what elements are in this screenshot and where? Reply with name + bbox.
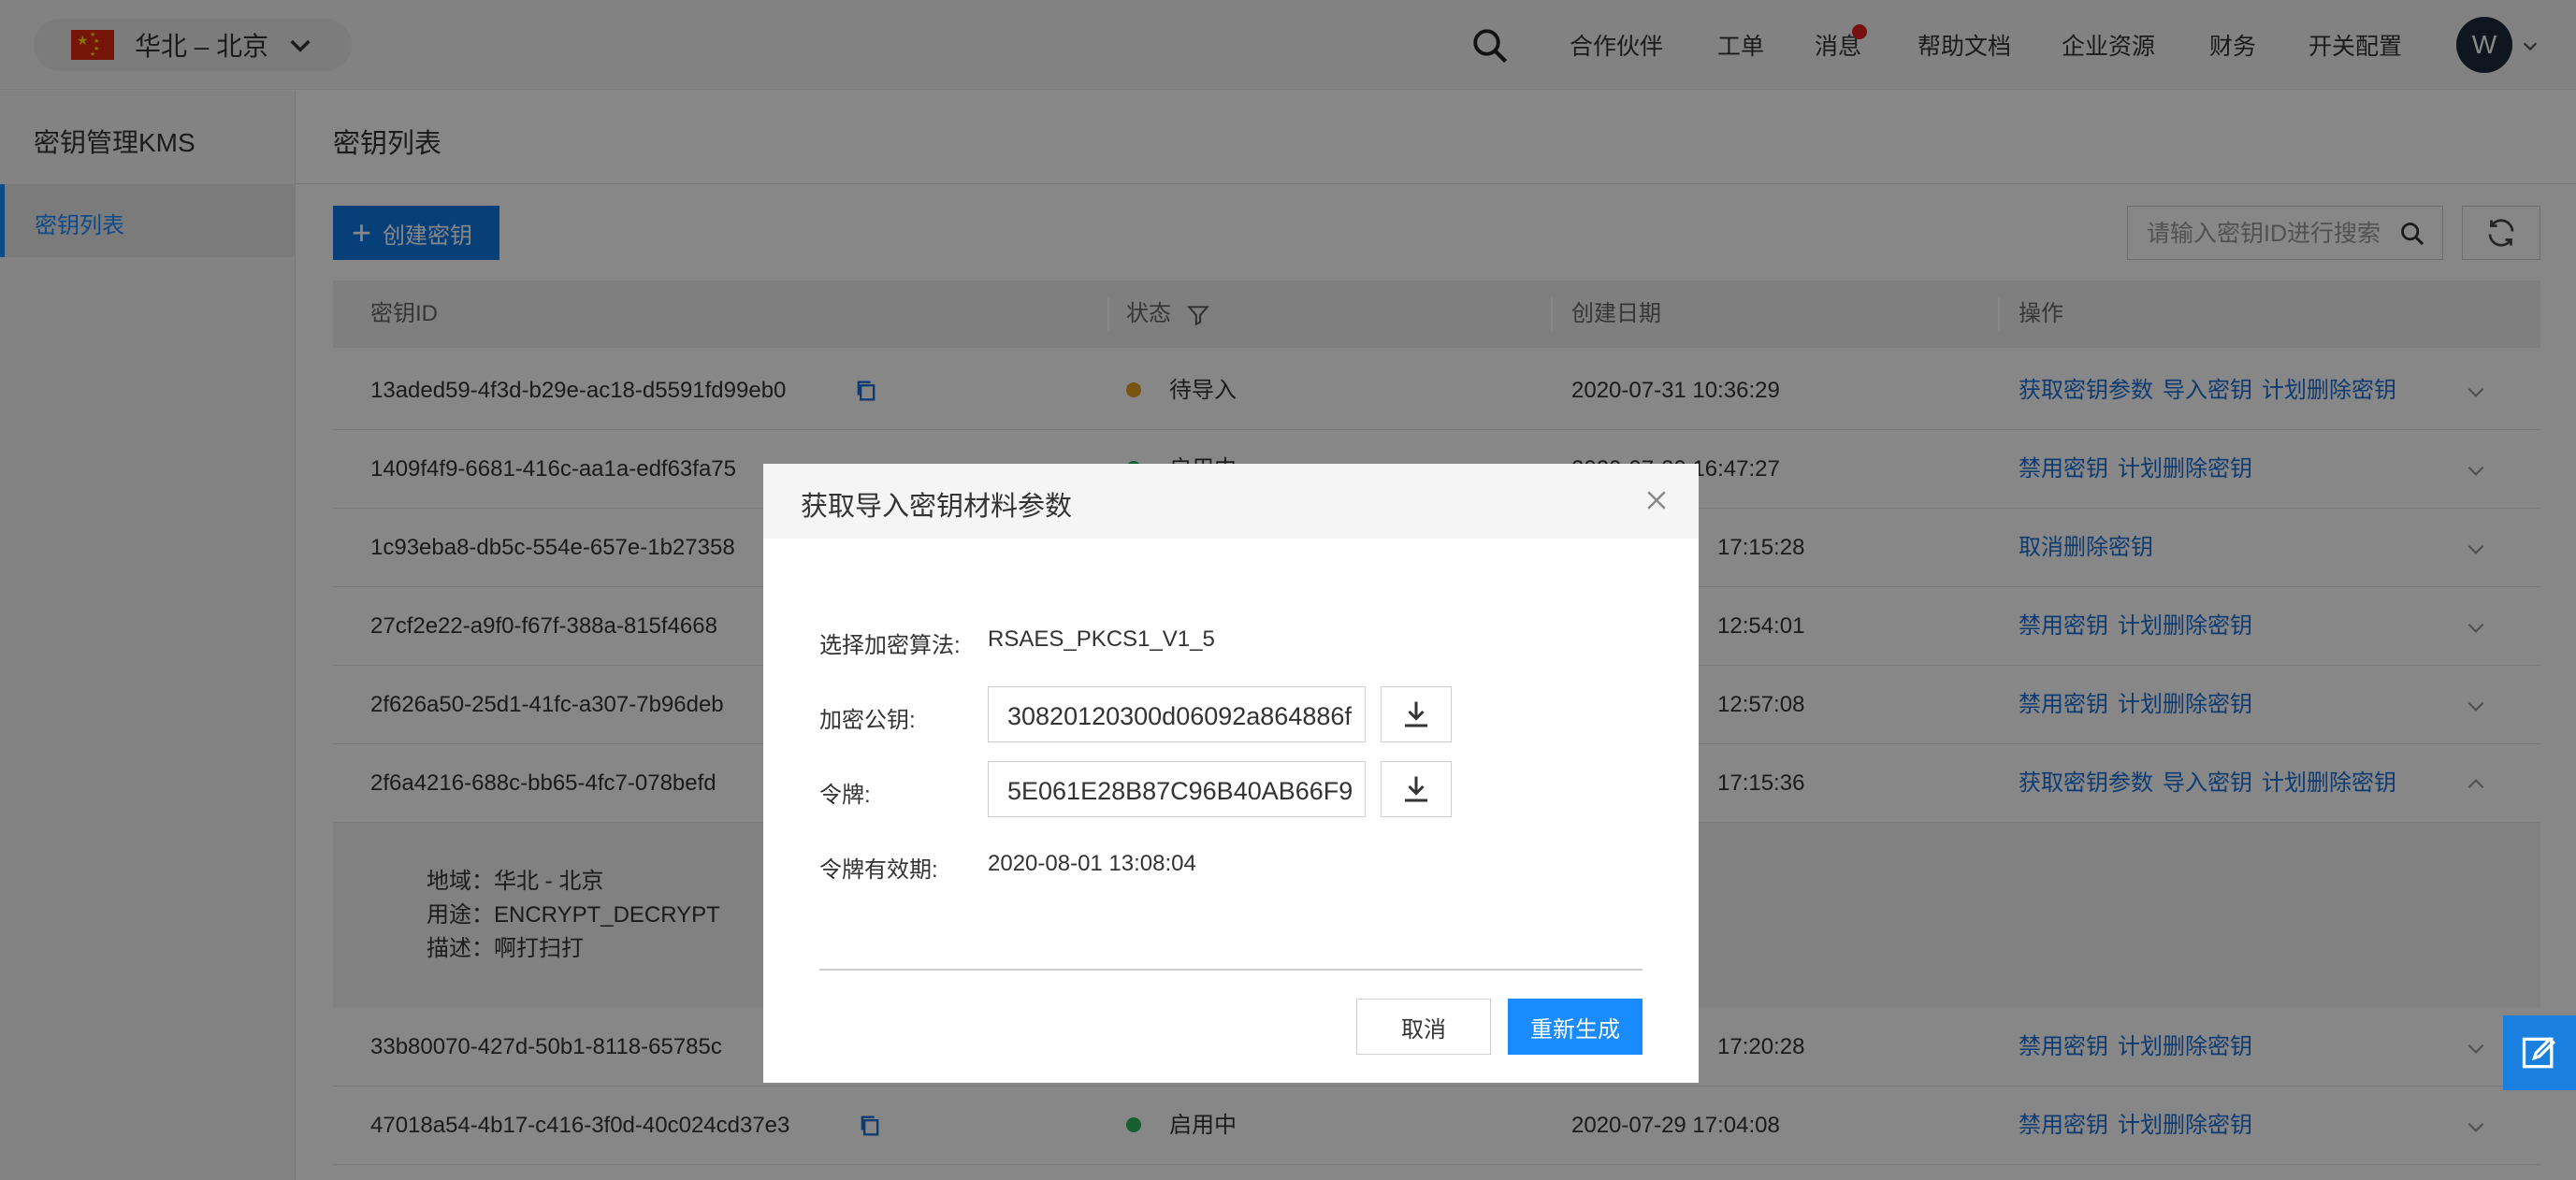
download-token-button[interactable] <box>1381 761 1452 817</box>
dialog-title: 获取导入密钥材料参数 <box>801 492 1073 522</box>
algorithm-label: 选择加密算法: <box>819 633 961 658</box>
public-key-label: 加密公钥: <box>819 708 916 733</box>
token-field[interactable]: 5E061E28B87C96B40AB66F9 <box>988 761 1366 817</box>
import-params-dialog: 获取导入密钥材料参数 选择加密算法: RSAES_PKCS1_V1_5 加密公钥… <box>763 464 1699 1083</box>
download-icon <box>1405 776 1427 802</box>
download-public-key-button[interactable] <box>1381 686 1452 742</box>
expiry-label: 令牌有效期: <box>819 857 938 883</box>
expiry-value: 2020-08-01 13:08:04 <box>988 851 1196 876</box>
dialog-divider <box>819 969 1643 971</box>
feedback-button[interactable] <box>2503 1015 2576 1090</box>
regenerate-button[interactable]: 重新生成 <box>1508 999 1643 1055</box>
cancel-button[interactable]: 取消 <box>1356 999 1491 1055</box>
algorithm-value: RSAES_PKCS1_V1_5 <box>988 626 1215 652</box>
close-icon[interactable] <box>1643 486 1671 514</box>
token-label: 令牌: <box>819 783 871 808</box>
public-key-field[interactable]: 30820120300d06092a864886f <box>988 686 1366 742</box>
edit-icon <box>2522 1036 2556 1069</box>
dialog-header: 获取导入密钥材料参数 <box>763 464 1699 539</box>
download-icon <box>1405 701 1427 727</box>
